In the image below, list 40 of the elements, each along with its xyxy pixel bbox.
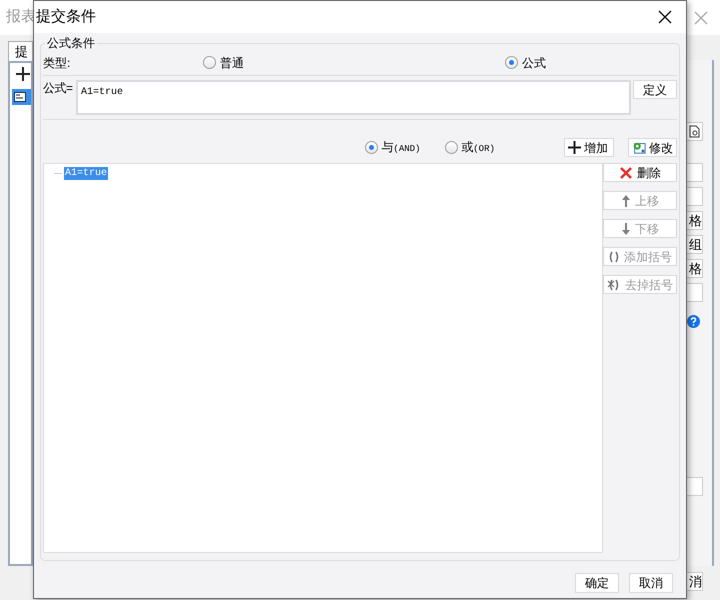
ok-button[interactable]: 确定	[575, 573, 619, 593]
radio-label[interactable]: 公式	[522, 54, 546, 72]
side-button[interactable]: 格	[686, 259, 703, 278]
down-arrow-icon	[621, 222, 631, 236]
radio-label[interactable]: 或(OR)	[461, 138, 495, 157]
type-label: 类型:	[43, 54, 72, 72]
plus-icon[interactable]	[16, 67, 30, 81]
side-button[interactable]	[686, 477, 703, 496]
list-item[interactable]	[12, 89, 31, 105]
side-button[interactable]	[686, 283, 703, 302]
side-button[interactable]	[686, 163, 703, 182]
radio-label[interactable]: 普通	[220, 54, 244, 72]
cross-icon	[619, 166, 633, 180]
radio-button[interactable]	[445, 141, 458, 154]
add-button[interactable]: 增加	[564, 138, 614, 157]
radio-button[interactable]	[365, 141, 378, 154]
radio-button[interactable]	[203, 56, 216, 69]
preview-button[interactable]	[686, 122, 703, 141]
brackets-icon	[608, 250, 620, 262]
edit-button[interactable]: 修改	[628, 138, 677, 157]
formula-label: 公式=	[43, 80, 74, 96]
radio-label[interactable]: 与(AND)	[381, 138, 420, 157]
close-icon[interactable]	[658, 10, 672, 24]
side-button[interactable]: 删除	[603, 163, 677, 182]
tab[interactable]: 提	[8, 41, 33, 61]
side-button[interactable]: 格	[686, 211, 703, 230]
dialog-title: 提交条件	[36, 6, 96, 27]
help-icon[interactable]	[687, 315, 700, 328]
side-button[interactable]: 组	[686, 235, 703, 254]
document-search-icon	[689, 125, 700, 138]
radio-button[interactable]	[505, 56, 518, 69]
define-button[interactable]: 定义	[633, 80, 678, 99]
group-title: 公式条件	[45, 35, 97, 51]
side-button[interactable]	[686, 187, 703, 206]
cancel-button[interactable]: 取消	[629, 573, 673, 593]
formula-field[interactable]: A1=true	[76, 80, 632, 115]
remove-brackets-icon	[607, 278, 621, 290]
form-icon	[14, 92, 26, 102]
up-arrow-icon	[621, 194, 631, 208]
plus-icon	[568, 141, 582, 154]
